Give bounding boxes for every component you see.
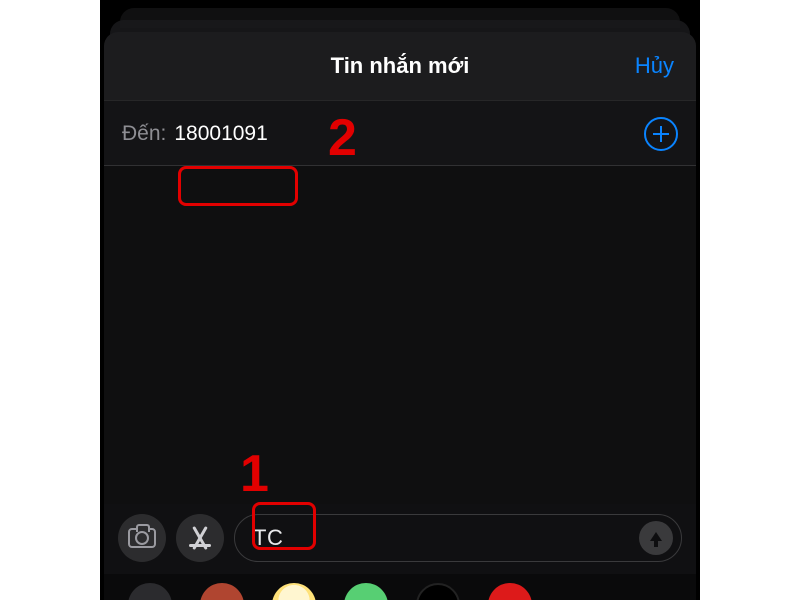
app-drawer-item[interactable] [488,583,532,600]
recipient-label: Đến: [122,122,166,146]
recipient-row[interactable]: Đến: 18001091 [104,100,696,166]
cancel-button[interactable]: Hủy [635,53,674,79]
input-bar: TC [104,504,696,574]
app-drawer-item[interactable] [128,583,172,600]
send-button[interactable] [639,521,673,555]
camera-button[interactable] [118,514,166,562]
message-field[interactable]: TC [234,514,682,562]
app-drawer-item[interactable] [272,583,316,600]
navbar: Tin nhắn mới Hủy [104,32,696,100]
phone-frame: Tin nhắn mới Hủy Đến: 18001091 TC [100,0,700,600]
add-contact-button[interactable] [644,117,678,151]
conversation-area [104,166,696,504]
appstore-icon [186,524,214,552]
apps-button[interactable] [176,514,224,562]
camera-icon [128,528,156,548]
app-drawer-item[interactable] [200,583,244,600]
recipient-input[interactable]: 18001091 [174,122,644,146]
page-title: Tin nhắn mới [331,53,470,79]
app-drawer-strip[interactable] [104,574,696,600]
arrow-up-icon [650,532,662,541]
compose-sheet: Tin nhắn mới Hủy Đến: 18001091 TC [104,32,696,600]
app-drawer-item[interactable] [344,583,388,600]
message-input-text[interactable]: TC [253,525,283,551]
app-drawer-item[interactable] [416,583,460,600]
